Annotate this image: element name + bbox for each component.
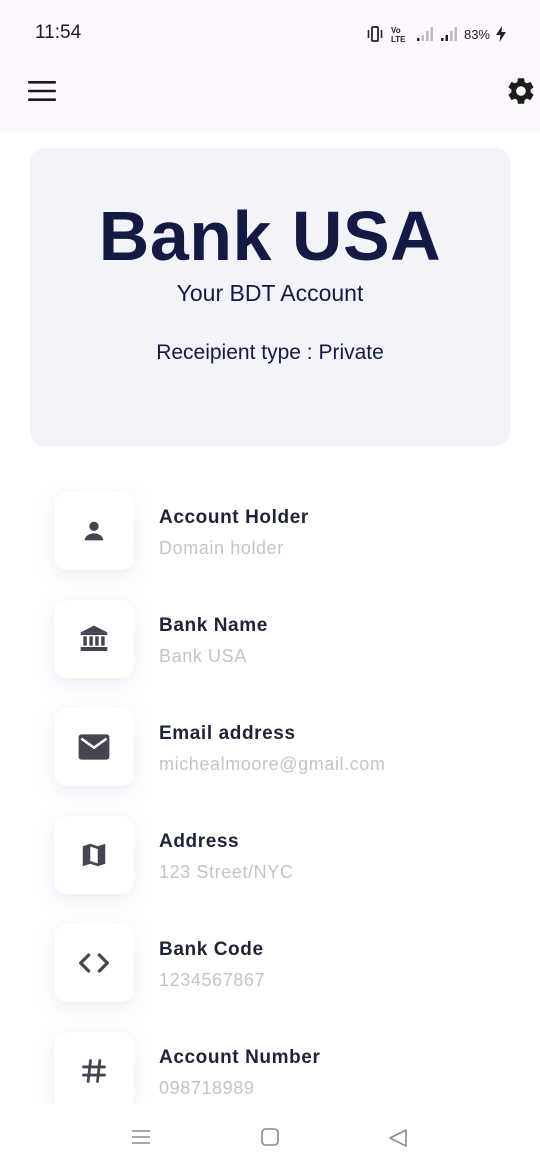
- back-icon: [389, 1129, 407, 1147]
- recipient-type: Receipient type : Private: [156, 341, 384, 364]
- detail-value: 123 Street/NYC: [159, 862, 294, 882]
- battery-percentage: 83%: [463, 26, 490, 42]
- detail-label: Address: [159, 831, 240, 852]
- back-button[interactable]: [387, 1128, 409, 1153]
- detail-label: Bank Code: [159, 939, 264, 960]
- detail-label: Account Holder: [159, 507, 309, 528]
- icon-box: [54, 816, 134, 894]
- hash-icon: [82, 1059, 106, 1083]
- detail-row-account-number: Account Number 098718989: [54, 1032, 514, 1112]
- bank-icon: [80, 625, 108, 651]
- status-time: 11:54: [35, 22, 82, 43]
- signal-icon-1: [416, 27, 433, 41]
- home-icon: [261, 1128, 279, 1146]
- detail-row-account-holder: Account Holder Domain holder: [54, 492, 514, 572]
- map-icon: [82, 843, 106, 867]
- status-bar: 11:54 Vo LTE 83%: [0, 0, 540, 66]
- status-icons: Vo LTE 83%: [366, 24, 506, 44]
- vibrate-icon: [367, 26, 383, 42]
- icon-box: [54, 924, 134, 1002]
- menu-button[interactable]: [26, 79, 58, 103]
- system-navigation-bar: [0, 1104, 540, 1170]
- svg-text:LTE: LTE: [391, 35, 406, 43]
- volte-icon: Vo LTE: [391, 26, 406, 43]
- icon-box: [54, 492, 134, 570]
- detail-row-bank-code: Bank Code 1234567867: [54, 924, 514, 1004]
- recent-apps-icon: [132, 1130, 150, 1144]
- signal-icon-2: [440, 27, 457, 41]
- detail-row-bank-name: Bank Name Bank USA: [54, 600, 514, 680]
- icon-box: [54, 708, 134, 786]
- email-icon: [78, 734, 110, 760]
- icon-box: [54, 1032, 134, 1110]
- charging-icon: [496, 26, 506, 42]
- settings-button[interactable]: [505, 75, 537, 107]
- gear-icon: [508, 78, 534, 104]
- detail-value: Bank USA: [159, 646, 247, 666]
- bank-title: Bank USA: [98, 197, 442, 275]
- detail-row-email: Email address michealmoore@gmail.com: [54, 708, 514, 788]
- detail-row-address: Address 123 Street/NYC: [54, 816, 514, 896]
- person-icon: [84, 521, 104, 541]
- icon-box: [54, 600, 134, 678]
- app-bar: [0, 66, 540, 132]
- code-icon: [79, 953, 109, 973]
- hamburger-menu-icon: [28, 81, 56, 101]
- recent-apps-button[interactable]: [131, 1128, 151, 1151]
- svg-text:Vo: Vo: [391, 26, 401, 35]
- detail-label: Email address: [159, 723, 296, 744]
- detail-value: 1234567867: [159, 970, 266, 990]
- detail-value: 098718989: [159, 1078, 255, 1098]
- detail-label: Account Number: [159, 1047, 321, 1068]
- home-button[interactable]: [260, 1128, 280, 1151]
- detail-value: Domain holder: [159, 538, 284, 558]
- account-subtitle: Your BDT Account: [176, 280, 364, 306]
- detail-value: michealmoore@gmail.com: [159, 754, 386, 774]
- account-summary-card: Bank USA Your BDT Account Receipient typ…: [30, 148, 510, 446]
- detail-label: Bank Name: [159, 615, 268, 636]
